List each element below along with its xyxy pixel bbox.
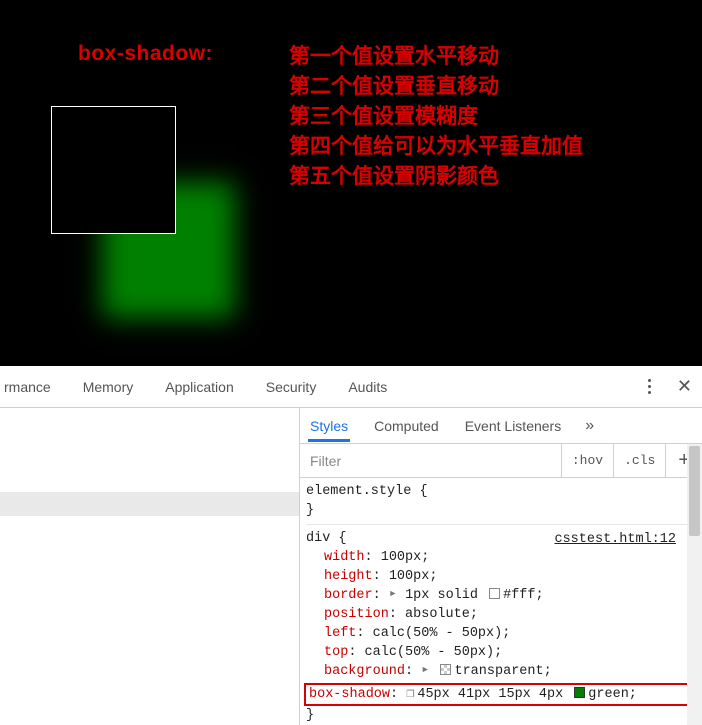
styles-pane: Styles Computed Event Listeners » :hov .… — [300, 408, 702, 725]
val-border-post[interactable]: #fff; — [503, 588, 544, 603]
prop-border[interactable]: border — [324, 588, 373, 603]
prop-height[interactable]: height — [324, 569, 373, 584]
rule-div[interactable]: div { width: 100px; height: 100px; borde… — [306, 529, 696, 725]
elements-selected-row — [0, 492, 299, 516]
expand-shorthand-icon[interactable]: ▸ — [389, 585, 397, 604]
demo-area: box-shadow: 第一个值设置水平移动 第二个值设置垂直移动 第三个值设置… — [0, 0, 702, 366]
toggle-hover-states[interactable]: :hov — [561, 444, 613, 477]
val-left[interactable]: calc(50% - 50px); — [373, 626, 511, 641]
demo-note-3: 第三个值设置模糊度 — [289, 102, 583, 132]
val-border-pre[interactable]: 1px solid — [405, 588, 486, 603]
toggle-classes[interactable]: .cls — [613, 444, 665, 477]
styles-pane-tabs: Styles Computed Event Listeners » — [300, 408, 702, 444]
demo-note-5: 第五个值设置阴影颜色 — [289, 162, 583, 192]
color-swatch-green-icon[interactable] — [574, 687, 585, 698]
devtools-panel: rmance Memory Application Security Audit… — [0, 366, 702, 725]
tab-styles[interactable]: Styles — [308, 410, 350, 442]
scrollbar-thumb[interactable] — [689, 446, 700, 536]
selector-element-style[interactable]: element.style — [306, 484, 411, 499]
val-height[interactable]: 100px; — [389, 569, 438, 584]
prop-box-shadow[interactable]: box-shadow — [309, 687, 390, 702]
demo-title: box-shadow: — [78, 42, 213, 66]
tab-audits[interactable]: Audits — [346, 369, 389, 405]
decl-background[interactable]: background: ▸ transparent; — [306, 662, 696, 681]
val-width[interactable]: 100px; — [381, 550, 430, 565]
brace-close: } — [306, 503, 314, 518]
prop-width[interactable]: width — [324, 550, 365, 565]
tab-performance[interactable]: rmance — [2, 369, 53, 405]
brace-close: } — [306, 708, 314, 723]
val-box-shadow-pre[interactable]: 45px 41px 15px 4px — [417, 687, 571, 702]
more-menu-icon[interactable] — [644, 375, 655, 398]
decl-height[interactable]: height: 100px; — [306, 567, 696, 586]
decl-border[interactable]: border: ▸ 1px solid #fff; — [306, 586, 696, 605]
vertical-scrollbar[interactable] — [687, 444, 702, 725]
brace-open: { — [338, 531, 346, 546]
color-swatch-white-icon[interactable] — [489, 588, 500, 599]
selector-div[interactable]: div — [306, 531, 330, 546]
styles-filter-row: :hov .cls + — [300, 444, 702, 478]
val-background[interactable]: transparent; — [454, 664, 551, 679]
prop-background[interactable]: background — [324, 664, 405, 679]
tab-application[interactable]: Application — [163, 369, 236, 405]
devtools-top-tabs: rmance Memory Application Security Audit… — [0, 366, 702, 408]
tab-security[interactable]: Security — [264, 369, 319, 405]
decl-box-shadow-highlighted[interactable]: box-shadow: ❐45px 41px 15px 4px green; — [304, 683, 698, 706]
demo-note-1: 第一个值设置水平移动 — [289, 42, 583, 72]
decl-position[interactable]: position: absolute; — [306, 605, 696, 624]
more-tabs-chevron-icon[interactable]: » — [585, 417, 594, 435]
tab-computed[interactable]: Computed — [372, 410, 441, 442]
demo-note-2: 第二个值设置垂直移动 — [289, 72, 583, 102]
val-top[interactable]: calc(50% - 50px); — [365, 645, 503, 660]
elements-tree-pane[interactable] — [0, 408, 300, 725]
demo-note-4: 第四个值给可以为水平垂直加值 — [289, 132, 583, 162]
prop-top[interactable]: top — [324, 645, 348, 660]
val-position[interactable]: absolute; — [405, 607, 478, 622]
prop-left[interactable]: left — [324, 626, 356, 641]
prop-position[interactable]: position — [324, 607, 389, 622]
shadow-editor-icon[interactable]: ❐ — [406, 685, 414, 704]
demo-notes: 第一个值设置水平移动 第二个值设置垂直移动 第三个值设置模糊度 第四个值给可以为… — [289, 42, 583, 192]
color-swatch-transparent-icon[interactable] — [440, 664, 451, 675]
tab-memory[interactable]: Memory — [81, 369, 136, 405]
rule-element-style[interactable]: element.style { } — [306, 482, 696, 525]
tab-event-listeners[interactable]: Event Listeners — [463, 410, 564, 442]
source-link[interactable]: csstest.html:12 — [554, 530, 676, 549]
val-box-shadow-post[interactable]: green; — [588, 687, 637, 702]
demo-box-with-shadow — [51, 106, 176, 234]
styles-rules-body: csstest.html:12 element.style { } div { … — [300, 478, 702, 725]
brace-open: { — [419, 484, 427, 499]
styles-filter-input[interactable] — [300, 444, 561, 477]
expand-shorthand-icon[interactable]: ▸ — [421, 661, 429, 680]
decl-top[interactable]: top: calc(50% - 50px); — [306, 643, 696, 662]
close-devtools-icon[interactable]: ✕ — [669, 374, 700, 399]
decl-width[interactable]: width: 100px; — [306, 548, 696, 567]
decl-left[interactable]: left: calc(50% - 50px); — [306, 624, 696, 643]
